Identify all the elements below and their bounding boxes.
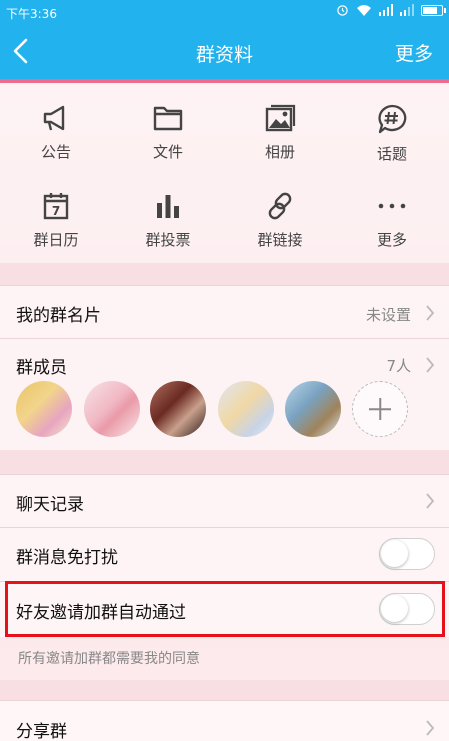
row-value: 未设置: [365, 306, 411, 324]
grid-label: 更多: [376, 231, 407, 249]
row-label: 我的群名片: [16, 306, 101, 326]
more-dots-icon: [378, 203, 406, 209]
grid-item-announcement[interactable]: 公告: [0, 103, 112, 175]
megaphone-icon: [43, 105, 65, 131]
chat-history-row[interactable]: 聊天记录: [0, 474, 449, 527]
wifi-icon: [357, 5, 371, 16]
auto-accept-invite-row: 好友邀请加群自动通过: [0, 581, 449, 637]
link-icon: [268, 192, 292, 220]
hashtag-bubble-icon: [378, 104, 407, 134]
member-avatar[interactable]: [218, 381, 274, 437]
bar-chart-icon: [157, 195, 179, 218]
member-avatar[interactable]: [285, 381, 341, 437]
grid-label: 文件: [152, 143, 183, 161]
page-title: 群资料: [195, 44, 253, 66]
grid-label: 公告: [40, 143, 71, 161]
share-group-row[interactable]: 分享群: [0, 700, 449, 741]
row-label: 群消息免打扰: [16, 548, 118, 568]
member-avatar[interactable]: [16, 381, 72, 437]
chevron-right-icon: [426, 720, 435, 736]
chevron-right-icon: [426, 357, 435, 373]
status-time: 下午3:36: [6, 7, 57, 21]
grid-item-vote[interactable]: 群投票: [112, 191, 224, 263]
grid-item-calendar[interactable]: 7 群日历: [0, 191, 112, 263]
title-bar: 群资料 更多: [0, 24, 449, 79]
add-member-button[interactable]: [352, 381, 408, 437]
grid-item-more[interactable]: 更多: [336, 191, 448, 263]
status-icons: [336, 4, 446, 16]
grid-label: 话题: [376, 145, 407, 163]
mute-toggle[interactable]: [379, 538, 435, 570]
signal-icon: [400, 4, 414, 16]
row-label: 群成员: [16, 358, 67, 378]
section-gap: [0, 450, 449, 474]
calendar-day: 7: [52, 204, 60, 218]
signal-icon: [379, 4, 393, 16]
grid-label: 群链接: [257, 231, 303, 249]
grid-label: 群日历: [33, 231, 79, 249]
row-label: 聊天记录: [16, 495, 84, 515]
grid-item-album[interactable]: 相册: [224, 103, 336, 175]
section-gap: [0, 680, 449, 700]
chevron-right-icon: [426, 305, 435, 321]
folder-icon: [153, 106, 183, 131]
member-avatar[interactable]: [150, 381, 206, 437]
auto-accept-toggle[interactable]: [379, 593, 435, 625]
grid-label: 相册: [264, 143, 295, 161]
row-label: 分享群: [16, 722, 67, 741]
member-avatar[interactable]: [84, 381, 140, 437]
more-button[interactable]: 更多: [395, 39, 433, 66]
auto-accept-hint: 所有邀请加群都需要我的同意: [18, 651, 200, 667]
grid-item-topics[interactable]: 话题: [336, 103, 448, 175]
grid-item-files[interactable]: 文件: [112, 103, 224, 175]
calendar-icon: 7: [43, 193, 69, 220]
chevron-right-icon: [426, 493, 435, 509]
status-bar: 下午3:36: [0, 0, 449, 24]
member-count: 7人: [386, 357, 411, 375]
battery-icon: [421, 4, 446, 16]
my-group-card-row[interactable]: 我的群名片 未设置: [0, 285, 449, 338]
grid-label: 群投票: [145, 231, 191, 249]
grid-item-link[interactable]: 群链接: [224, 191, 336, 263]
section-gap: [0, 263, 449, 285]
row-label: 好友邀请加群自动通过: [16, 603, 186, 623]
photo-album-icon: [265, 104, 296, 132]
mute-notifications-row: 群消息免打扰: [0, 527, 449, 581]
function-grid: 公告 文件 相册 话题 7 群日历 群投票 群链接 更多: [0, 83, 449, 263]
alarm-icon: [337, 5, 348, 16]
